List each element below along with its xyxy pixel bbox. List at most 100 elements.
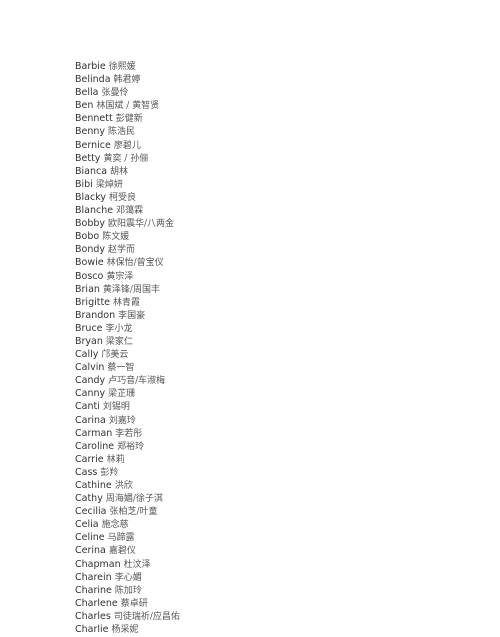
english-name: Belinda: [75, 74, 111, 86]
name-entry: Bobo 陈文媛: [75, 230, 180, 243]
chinese-name: 黄宗泽: [106, 271, 134, 282]
chinese-name: 张曼伶: [101, 88, 129, 99]
chinese-name: 胡林: [110, 166, 129, 177]
chinese-name: 柯受良: [109, 192, 137, 203]
chinese-name: 邓蔼霖: [116, 206, 144, 217]
english-name: Bobby: [75, 218, 106, 230]
name-entry: Calvin 蔡一智: [75, 361, 180, 374]
english-name: Cecilia: [75, 506, 107, 518]
name-entry: Bowie 林保怡/曾宝仪: [75, 256, 180, 269]
chinese-name: 周海媚/徐子淇: [105, 494, 163, 505]
chinese-name: 陈文媛: [102, 232, 130, 243]
english-name: Cass: [75, 466, 98, 478]
name-entry: Cally 邝美云: [75, 348, 180, 361]
english-name: Cathy: [75, 493, 103, 505]
name-entry: Bennett 彭健新: [75, 112, 180, 125]
english-name: Bobo: [75, 231, 100, 243]
name-entry: Bianca 胡林: [75, 165, 180, 178]
chinese-name: 张柏芝/叶童: [109, 507, 158, 518]
english-name: Bowie: [75, 257, 104, 269]
chinese-name: 杜汶泽: [123, 559, 151, 570]
english-name: Candy: [75, 375, 106, 387]
english-name: Brigitte: [75, 296, 111, 308]
name-entry: Bibi 梁焯妍: [75, 178, 180, 191]
english-name: Brian: [75, 283, 100, 295]
chinese-name: 林保怡/曾宝仪: [106, 258, 164, 269]
name-entry: Brandon 李国豪: [75, 309, 180, 322]
name-entry: Chapman 杜汶泽: [75, 558, 180, 571]
chinese-name: 卢巧音/车淑梅: [108, 376, 166, 387]
english-name: Calvin: [75, 362, 105, 374]
name-entry: Brigitte 林青霞: [75, 296, 180, 309]
chinese-name: 刘嘉玲: [108, 415, 136, 426]
chinese-name: 邝美云: [101, 350, 129, 361]
english-name: Charles: [75, 610, 111, 622]
name-entry: Charlene 蔡卓研: [75, 597, 180, 610]
name-entry: Cathine 洪欣: [75, 479, 180, 492]
chinese-name: 彭羚: [100, 467, 119, 478]
english-name: Bondy: [75, 244, 106, 256]
english-name: Chapman: [75, 558, 121, 570]
english-name: Charein: [75, 571, 112, 583]
english-name: Bernice: [75, 139, 111, 151]
english-name: Charlene: [75, 597, 118, 609]
chinese-name: 李小龙: [105, 323, 133, 334]
chinese-name: 李国豪: [118, 310, 146, 321]
english-name: Barbie: [75, 61, 106, 72]
chinese-name: 郑裕玲: [117, 441, 145, 452]
name-entry: Barbie 徐熙媛: [75, 60, 180, 73]
chinese-name: 陈浩民: [108, 127, 136, 138]
name-entry: Charlie 杨采妮: [75, 623, 180, 636]
english-name: Carrie: [75, 453, 104, 465]
chinese-name: 陈加玲: [114, 585, 142, 596]
english-name: Bryan: [75, 335, 103, 347]
english-name: Bella: [75, 87, 99, 99]
name-entry: Bruce 李小龙: [75, 322, 180, 335]
name-entry: Cass 彭羚: [75, 466, 180, 479]
english-name: Bianca: [75, 165, 108, 177]
english-name: Celine: [75, 532, 105, 544]
name-entry: Benny 陈浩民: [75, 125, 180, 138]
name-entry: Brian 黄泽锋/周国丰: [75, 283, 180, 296]
name-entry: Blanche 邓蔼霖: [75, 204, 180, 217]
name-entry: Bella 张曼伶: [75, 86, 180, 99]
chinese-name: 黄泽锋/周国丰: [102, 284, 160, 295]
chinese-name: 韩君婷: [113, 75, 141, 86]
name-entry: Bobby 欧阳震华/八两金: [75, 217, 180, 230]
chinese-name: 刘锡明: [102, 402, 130, 413]
name-entry: Celine 马蹄露: [75, 531, 180, 544]
english-name: Blanche: [75, 205, 114, 217]
english-name: Brandon: [75, 309, 116, 321]
chinese-name: 林青霞: [113, 297, 141, 308]
name-entry: Celia 施念慈: [75, 518, 180, 531]
english-name: Canny: [75, 388, 106, 400]
name-entry: Bernice 廖碧儿: [75, 139, 180, 152]
chinese-name: 杨采妮: [111, 625, 139, 636]
chinese-name: 李心媚: [114, 572, 142, 583]
english-name: Bruce: [75, 322, 103, 334]
chinese-name: 梁家仁: [105, 336, 133, 347]
name-entry: Cathy 周海媚/徐子淇: [75, 492, 180, 505]
name-entry: Cerina 嘉碧仪: [75, 544, 180, 557]
english-name: Betty: [75, 152, 101, 164]
english-name: Canti: [75, 401, 100, 413]
name-entry: Bosco 黄宗泽: [75, 270, 180, 283]
chinese-name: 徐熙媛: [108, 62, 136, 72]
name-entry: Blacky 柯受良: [75, 191, 180, 204]
chinese-name: 欧阳震华/八两金: [108, 219, 175, 230]
chinese-name: 梁芷珊: [108, 389, 136, 400]
name-entry: Canny 梁芷珊: [75, 387, 180, 400]
name-entry: Charein 李心媚: [75, 571, 180, 584]
english-name: Bibi: [75, 178, 93, 190]
name-entry: Candy 卢巧音/车淑梅: [75, 374, 180, 387]
name-list: Barbie 徐熙媛 Belinda 韩君婷 Bella 张曼伶 Ben 林国斌 / 黄智贤 B…: [75, 60, 180, 636]
english-name: Charine: [75, 584, 112, 596]
name-entry: Caroline 郑裕玲: [75, 440, 180, 453]
chinese-name: 马蹄露: [107, 533, 135, 544]
english-name: Bennett: [75, 113, 113, 125]
name-entry: Charine 陈加玲: [75, 584, 180, 597]
chinese-name: 蔡卓研: [120, 598, 148, 609]
chinese-name: 嘉碧仪: [108, 546, 136, 557]
name-entry: Carman 李若彤: [75, 427, 180, 440]
chinese-name: 蔡一智: [107, 363, 135, 374]
